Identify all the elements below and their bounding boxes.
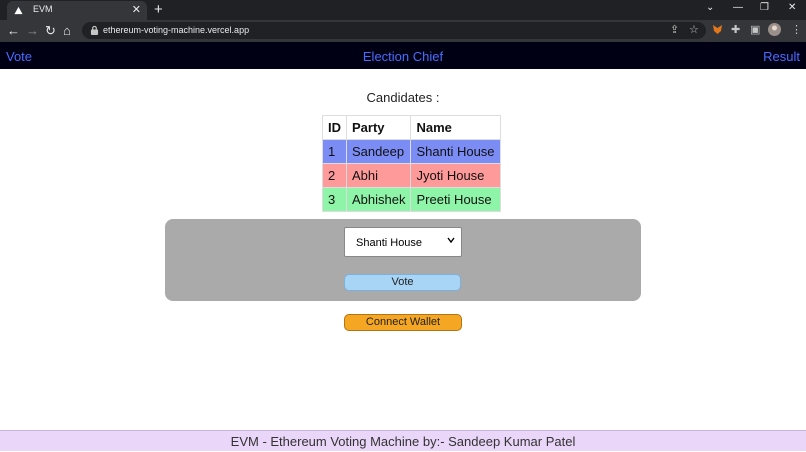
forward-icon[interactable]: →: [26, 23, 39, 38]
window-restore-icon[interactable]: ❐: [760, 2, 769, 13]
cell-party: Sandeep: [345, 139, 412, 164]
cell-id: 1: [322, 139, 347, 164]
window-minimize-icon[interactable]: —: [733, 2, 743, 13]
column-header-party: Party: [345, 115, 412, 140]
tab-close-icon[interactable]: ✕: [132, 3, 141, 16]
cell-id: 3: [322, 187, 347, 212]
browser-tab-strip: EVM ✕ + ⌄ — ❐ ✕: [0, 0, 806, 20]
back-icon[interactable]: ←: [7, 23, 20, 38]
bookmark-star-icon[interactable]: ☆: [689, 23, 699, 36]
new-tab-icon[interactable]: +: [154, 1, 163, 18]
candidates-table: ID Party Name 1 Sandeep Shanti House 2 A…: [322, 115, 501, 212]
column-header-id: ID: [322, 115, 347, 140]
tab-title: EVM: [33, 4, 53, 14]
address-bar[interactable]: ethereum-voting-machine.vercel.app ⇪ ☆: [82, 22, 706, 39]
table-header-row: ID Party Name: [322, 115, 501, 140]
connect-wallet-button[interactable]: Connect Wallet: [344, 314, 462, 331]
profile-avatar[interactable]: [768, 23, 781, 36]
tab-search-chevron-icon[interactable]: ⌄: [706, 2, 714, 13]
url-text: ethereum-voting-machine.vercel.app: [103, 25, 250, 35]
home-icon[interactable]: ⌂: [63, 23, 71, 38]
table-row: 2 Abhi Jyoti House: [322, 163, 501, 188]
vote-button[interactable]: Vote: [344, 274, 461, 291]
footer: EVM - Ethereum Voting Machine by:- Sande…: [0, 430, 806, 451]
lock-icon: [90, 25, 99, 35]
candidate-select-value: Shanti House: [356, 237, 423, 249]
cell-party: Abhishek: [345, 187, 412, 212]
share-icon[interactable]: ⇪: [670, 23, 679, 36]
browser-tab[interactable]: EVM ✕: [7, 1, 147, 20]
table-row: 1 Sandeep Shanti House: [322, 139, 501, 164]
candidate-select[interactable]: Shanti House: [344, 227, 462, 257]
browser-toolbar: ← → ↻ ⌂ ethereum-voting-machine.vercel.a…: [0, 20, 806, 42]
app-navbar: Vote Election Chief Result: [0, 42, 806, 69]
side-panel-icon[interactable]: ▣: [750, 23, 760, 36]
table-row: 3 Abhishek Preeti House: [322, 187, 501, 212]
nav-link-result[interactable]: Result: [763, 49, 800, 64]
column-header-name: Name: [410, 115, 501, 140]
nav-link-election-chief[interactable]: Election Chief: [0, 49, 806, 64]
chevron-down-icon: [447, 237, 455, 243]
reload-icon[interactable]: ↻: [45, 23, 56, 38]
vercel-triangle-icon: [14, 6, 23, 15]
candidates-heading: Candidates :: [366, 90, 440, 105]
cell-party: Abhi: [345, 163, 412, 188]
cell-name: Shanti House: [410, 139, 501, 164]
vote-panel: Shanti House Vote: [165, 219, 641, 301]
browser-menu-icon[interactable]: ⋮: [791, 23, 802, 36]
cell-name: Jyoti House: [410, 163, 501, 188]
metamask-fox-icon[interactable]: [712, 24, 723, 35]
cell-name: Preeti House: [410, 187, 501, 212]
window-close-icon[interactable]: ✕: [788, 2, 796, 13]
extensions-puzzle-icon[interactable]: ✚: [731, 23, 740, 36]
cell-id: 2: [322, 163, 347, 188]
